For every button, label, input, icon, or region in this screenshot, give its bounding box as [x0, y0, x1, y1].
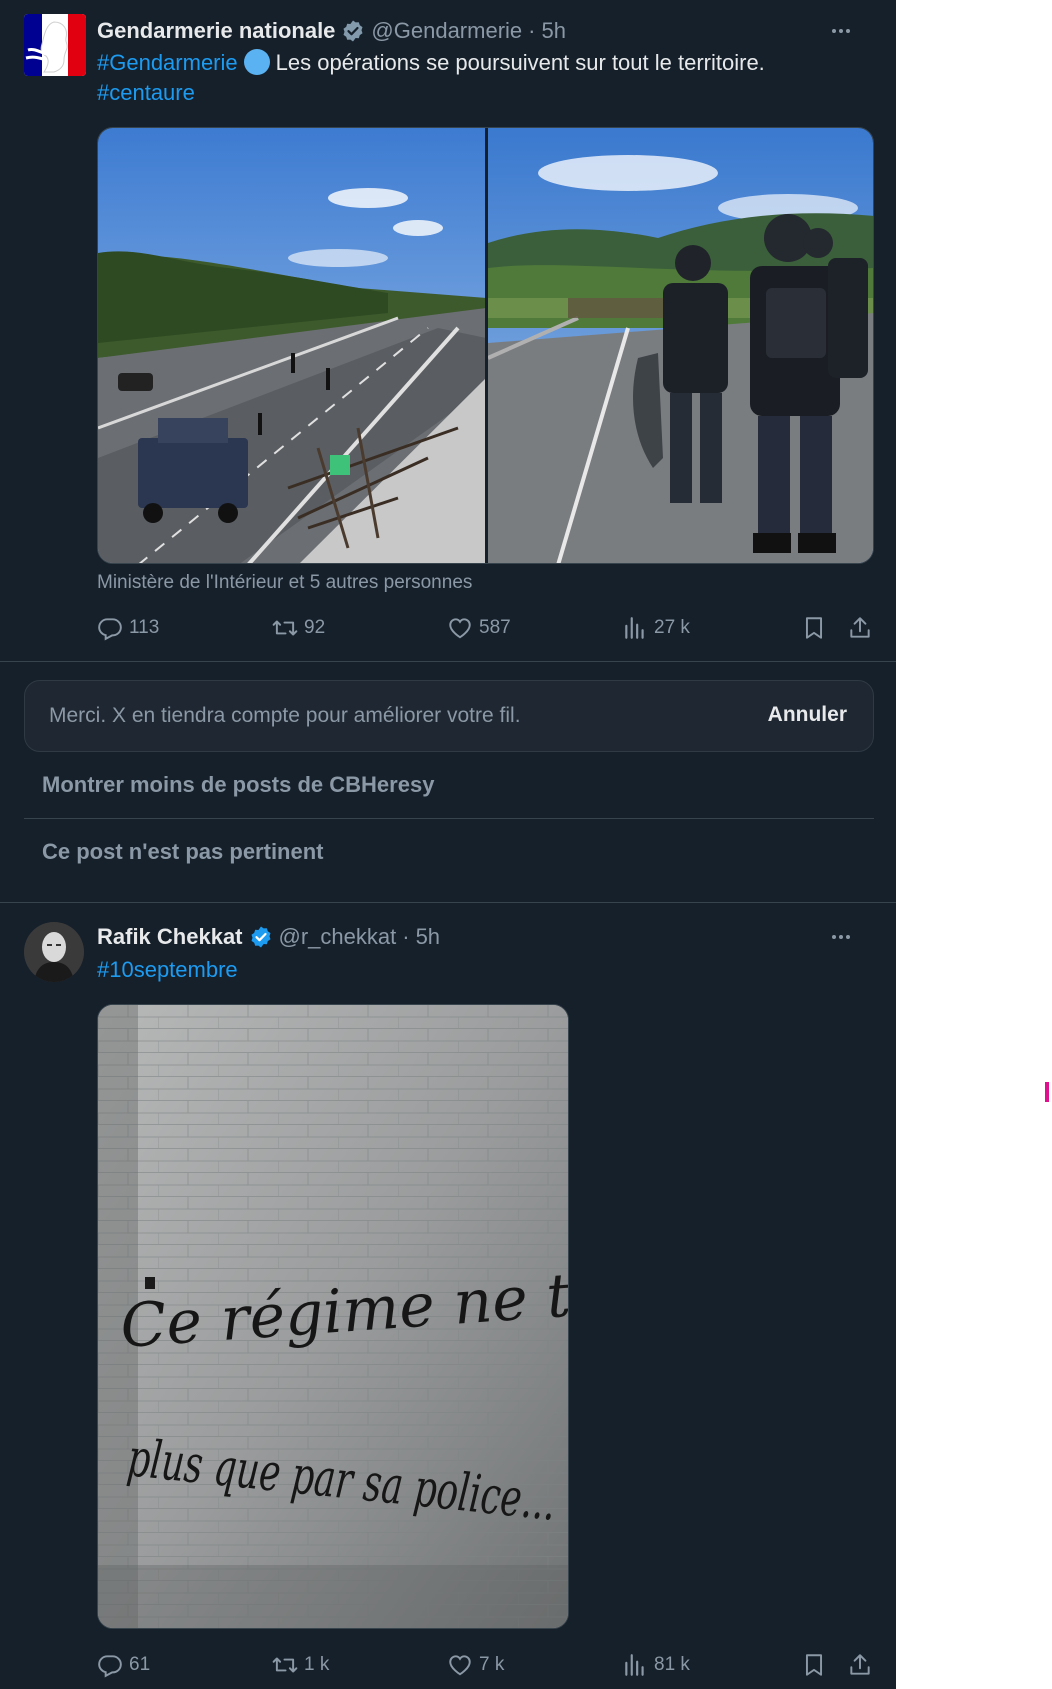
avatar[interactable] [24, 922, 84, 982]
bookmark-button[interactable] [801, 611, 827, 645]
bookmark-icon [805, 617, 823, 639]
post-actions: 113 92 587 27 k [97, 611, 876, 645]
bookmark-icon [805, 1654, 823, 1676]
show-fewer-posts-option[interactable]: Montrer moins de posts de CBHeresy [42, 772, 434, 798]
feedback-message: Merci. X en tiendra compte pour améliore… [49, 704, 521, 727]
verified-badge-icon [249, 925, 273, 949]
post-actions: 61 1 k 7 k 81 k [97, 1648, 876, 1682]
repost-count: 1 k [304, 1654, 330, 1675]
avatar-portrait [24, 922, 84, 982]
share-icon [850, 617, 870, 638]
reply-count: 61 [129, 1654, 151, 1675]
divider [0, 661, 896, 662]
timeline-feed: Gendarmerie nationale @Gendarmerie · 5h … [0, 0, 896, 1689]
divider [0, 902, 896, 903]
reply-icon [98, 618, 122, 641]
share-button[interactable] [847, 611, 873, 645]
repost-icon [272, 620, 298, 636]
post-gendarmerie[interactable]: Gendarmerie nationale @Gendarmerie · 5h … [0, 0, 896, 660]
gendarmes-image [488, 128, 873, 563]
post-media[interactable] [97, 127, 874, 564]
like-button[interactable]: 7 k [447, 1648, 504, 1682]
bookmark-button[interactable] [801, 1648, 827, 1682]
post-time[interactable]: 5h [416, 924, 440, 950]
verified-badge-icon [341, 19, 365, 43]
post-text: #Gendarmerie Les opérations se poursuiven… [97, 48, 836, 108]
share-icon [850, 1654, 870, 1675]
tagged-people[interactable]: Ministère de l'Intérieur et 5 autres per… [97, 572, 472, 594]
hashtag-link[interactable]: #10septembre [97, 957, 238, 982]
views-icon [625, 1654, 644, 1676]
like-count: 587 [479, 617, 511, 638]
separator: · [528, 18, 536, 43]
post-media[interactable]: Ce régime ne tient plus que par sa polic… [97, 1004, 569, 1629]
highway-image [98, 128, 485, 563]
post-rafik[interactable]: Rafik Chekkat @r_chekkat · 5h #10septemb… [0, 908, 896, 1689]
hashtag-link[interactable]: #centaure [97, 80, 195, 105]
repost-button[interactable]: 92 [272, 611, 325, 645]
repost-count: 92 [304, 617, 326, 638]
graffiti-wall-image: Ce régime ne tient plus que par sa polic… [98, 1005, 568, 1628]
avatar[interactable] [24, 14, 86, 76]
more-icon[interactable] [826, 16, 856, 46]
views-icon [625, 617, 644, 639]
views-count: 81 k [654, 1654, 690, 1675]
reply-count: 113 [129, 617, 160, 638]
scroll-indicator [1045, 1082, 1049, 1102]
post-body: Les opérations se poursuivent sur tout l… [275, 50, 765, 75]
photo-gendarmes[interactable] [488, 128, 873, 563]
author-handle[interactable]: @Gendarmerie [371, 18, 522, 44]
hashtag-link[interactable]: #Gendarmerie [97, 50, 238, 75]
reply-button[interactable]: 113 [97, 611, 159, 645]
views-count: 27 k [654, 617, 690, 638]
divider [24, 818, 874, 819]
reply-icon [98, 1655, 122, 1678]
not-relevant-option[interactable]: Ce post n'est pas pertinent [42, 839, 324, 865]
more-icon[interactable] [826, 922, 856, 952]
reply-button[interactable]: 61 [97, 1648, 150, 1682]
like-button[interactable]: 587 [447, 611, 511, 645]
views-button[interactable]: 27 k [622, 611, 690, 645]
blue-circle-emoji [243, 49, 270, 75]
photo-highway[interactable] [98, 128, 485, 563]
author-name[interactable]: Gendarmerie nationale [97, 18, 335, 44]
like-icon [449, 1655, 471, 1676]
undo-button[interactable]: Annuler [768, 703, 847, 727]
repost-icon [272, 1657, 298, 1673]
separator: · [402, 924, 410, 949]
post-time[interactable]: 5h [541, 18, 565, 44]
post-text: #10septembre [97, 955, 836, 985]
author-handle[interactable]: @r_chekkat [279, 924, 397, 950]
share-button[interactable] [847, 1648, 873, 1682]
repost-button[interactable]: 1 k [272, 1648, 329, 1682]
marianne-logo [24, 14, 86, 76]
views-button[interactable]: 81 k [622, 1648, 690, 1682]
author-name[interactable]: Rafik Chekkat [97, 924, 243, 950]
feedback-confirmation: Merci. X en tiendra compte pour améliore… [24, 680, 874, 752]
like-count: 7 k [479, 1654, 505, 1675]
like-icon [449, 618, 471, 639]
